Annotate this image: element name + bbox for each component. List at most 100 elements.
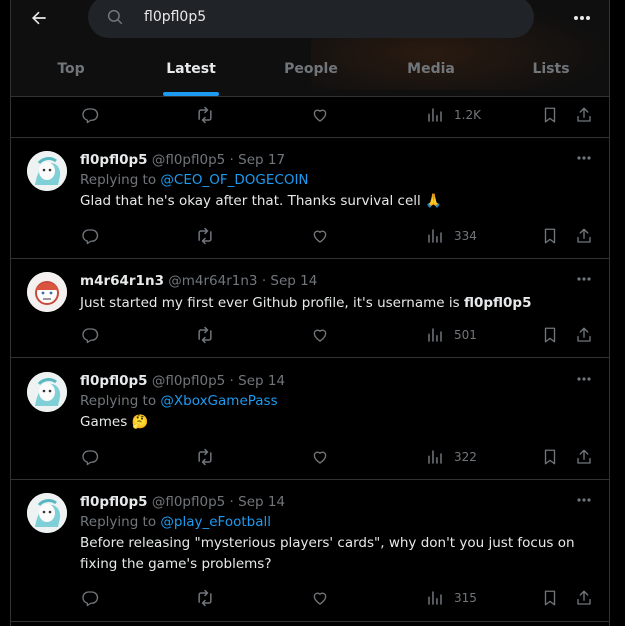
timeline-column: Top Latest People Media Lists 1.2K fl0pf… (10, 0, 610, 626)
like-button[interactable] (310, 105, 330, 125)
tweet-item[interactable]: m4r64r1n3 @m4r64r1n3 · Sep 14 Just start… (11, 259, 609, 358)
views-button[interactable]: 501 (425, 325, 477, 345)
like-button[interactable] (310, 226, 330, 246)
user-handle[interactable]: @m4r64r1n3 (168, 273, 257, 289)
reply-icon (80, 226, 100, 246)
display-name[interactable]: m4r64r1n3 (80, 273, 164, 289)
reply-icon (80, 105, 100, 125)
bookmark-icon (540, 588, 560, 608)
tweet-content: fl0pfl0p5 @fl0pfl0p5 · Sep 14 Replying t… (80, 493, 595, 575)
tweet-date[interactable]: Sep 14 (270, 273, 317, 289)
avatar[interactable] (27, 372, 67, 412)
display-name[interactable]: fl0pfl0p5 (80, 373, 148, 389)
share-button[interactable] (574, 325, 594, 345)
tweet-actions: 1.2K (80, 105, 600, 125)
views-button[interactable]: 322 (425, 447, 477, 467)
bookmark-icon (540, 325, 560, 345)
avatar[interactable] (27, 493, 67, 533)
share-icon (574, 105, 594, 125)
like-button[interactable] (310, 447, 330, 467)
avatar[interactable] (27, 151, 67, 191)
mention-link[interactable]: @play_eFootball (160, 514, 271, 530)
replying-to: Replying to @XboxGamePass (80, 393, 278, 409)
share-button[interactable] (574, 226, 594, 246)
tweet-text: Just started my first ever Github profil… (80, 295, 532, 311)
bar-chart-icon (425, 325, 445, 345)
repost-icon (195, 588, 215, 608)
bookmark-icon (540, 105, 560, 125)
views-button[interactable]: 1.2K (425, 105, 481, 125)
reply-icon (80, 325, 100, 345)
tweet-date[interactable]: Sep 17 (238, 152, 285, 168)
back-button[interactable] (23, 2, 55, 34)
mention-link[interactable]: @XboxGamePass (160, 393, 277, 409)
heart-icon (310, 325, 330, 345)
user-handle[interactable]: @fl0pfl0p5 (152, 152, 225, 168)
views-button[interactable]: 334 (425, 226, 477, 246)
more-horizontal-icon (577, 277, 591, 281)
reply-button[interactable] (80, 226, 100, 246)
repost-button[interactable] (195, 105, 215, 125)
tab-lists[interactable]: Lists (491, 50, 609, 96)
tweet-date[interactable]: Sep 14 (238, 494, 285, 510)
more-horizontal-icon (574, 16, 590, 20)
view-count: 315 (454, 591, 477, 605)
mention-link[interactable]: @CEO_OF_DOGECOIN (160, 172, 308, 188)
more-horizontal-icon (577, 498, 591, 502)
tweet-more-button[interactable] (573, 148, 595, 168)
tweet-item[interactable]: fl0pfl0p5 @fl0pfl0p5 · Sep 14 Replying t… (11, 359, 609, 480)
bar-chart-icon (425, 588, 445, 608)
tab-media[interactable]: Media (371, 50, 491, 96)
bookmark-button[interactable] (540, 226, 560, 246)
more-horizontal-icon (577, 156, 591, 160)
tweet-more-button[interactable] (573, 369, 595, 389)
display-name[interactable]: fl0pfl0p5 (80, 152, 148, 168)
tweet-actions: 334 (80, 226, 600, 246)
search-icon (106, 7, 126, 27)
repost-button[interactable] (195, 447, 215, 467)
repost-icon (195, 325, 215, 345)
bookmark-button[interactable] (540, 447, 560, 467)
tab-latest[interactable]: Latest (131, 50, 251, 96)
reply-button[interactable] (80, 447, 100, 467)
share-icon (574, 325, 594, 345)
avatar[interactable] (27, 272, 67, 312)
repost-button[interactable] (195, 226, 215, 246)
view-count: 334 (454, 229, 477, 243)
tweet-date[interactable]: Sep 14 (238, 373, 285, 389)
share-button[interactable] (574, 588, 594, 608)
share-button[interactable] (574, 447, 594, 467)
like-button[interactable] (310, 325, 330, 345)
tweet-more-button[interactable] (573, 490, 595, 510)
repost-icon (195, 105, 215, 125)
bookmark-button[interactable] (540, 105, 560, 125)
views-button[interactable]: 315 (425, 588, 477, 608)
bookmark-button[interactable] (540, 325, 560, 345)
share-button[interactable] (574, 105, 594, 125)
display-name[interactable]: fl0pfl0p5 (80, 494, 148, 510)
tweet-actions: 322 (80, 447, 600, 467)
tweet-text: Before releasing "mysterious players' ca… (80, 535, 575, 572)
tab-top[interactable]: Top (11, 50, 131, 96)
user-handle[interactable]: @fl0pfl0p5 (152, 373, 225, 389)
search-options-button[interactable] (566, 2, 598, 34)
replying-to: Replying to @play_eFootball (80, 514, 271, 530)
tweet-content: m4r64r1n3 @m4r64r1n3 · Sep 14 Just start… (80, 272, 595, 314)
heart-icon (310, 588, 330, 608)
reply-button[interactable] (80, 325, 100, 345)
search-input[interactable] (144, 9, 494, 25)
tweet-more-button[interactable] (573, 269, 595, 289)
reply-button[interactable] (80, 588, 100, 608)
tweet-item[interactable]: fl0pfl0p5 @fl0pfl0p5 · Sep 17 Replying t… (11, 138, 609, 259)
like-button[interactable] (310, 588, 330, 608)
reply-button[interactable] (80, 105, 100, 125)
heart-icon (310, 447, 330, 467)
bar-chart-icon (425, 447, 445, 467)
search-box[interactable] (88, 0, 534, 38)
tweet-item[interactable]: fl0pfl0p5 @fl0pfl0p5 · Sep 14 Replying t… (11, 480, 609, 622)
repost-button[interactable] (195, 325, 215, 345)
tab-people[interactable]: People (251, 50, 371, 96)
repost-button[interactable] (195, 588, 215, 608)
bookmark-button[interactable] (540, 588, 560, 608)
user-handle[interactable]: @fl0pfl0p5 (152, 494, 225, 510)
